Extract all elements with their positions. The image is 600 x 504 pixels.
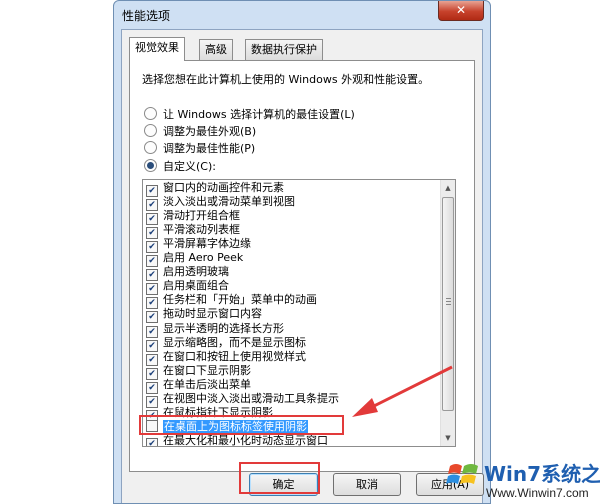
- grip-line: [446, 298, 451, 299]
- effect-label: 启用透明玻璃: [163, 265, 229, 279]
- vertical-scrollbar[interactable]: ▲ ▼: [440, 180, 455, 446]
- watermark-url: Www.Winwin7.com: [486, 486, 589, 500]
- visual-effects-list[interactable]: ▲ ▼ ✔ 窗口内的动画控件和元素 ✔ 淡入淡出或滑动菜单到视图 ✔ 滑动打开组合框 ✔ 平滑…: [142, 179, 456, 447]
- radio-let-windows-choose[interactable]: 让 Windows 选择计算机的最佳设置(L): [144, 107, 355, 123]
- effect-list-item[interactable]: ✔ 平滑滚动列表框: [144, 223, 240, 240]
- window-title: 性能选项: [122, 9, 171, 23]
- effect-list-item[interactable]: ✔ 在窗口下显示阴影: [144, 363, 251, 380]
- cancel-button[interactable]: 取消: [333, 473, 401, 496]
- scroll-up-icon: ▲: [445, 184, 451, 192]
- grip-line: [446, 301, 451, 302]
- effect-label: 任务栏和「开始」菜单中的动画: [163, 293, 317, 307]
- checkmark-icon: ✔: [148, 438, 156, 447]
- tab-data-execution-prevention[interactable]: 数据执行保护: [245, 39, 323, 60]
- effect-list-item[interactable]: ✔ 窗口内的动画控件和元素: [144, 181, 284, 197]
- effect-list-item[interactable]: ✔ 在最大化和最小化时动态显示窗口: [144, 433, 328, 447]
- effect-list-item[interactable]: ✔ 在视图中淡入淡出或滑动工具条提示: [144, 391, 339, 408]
- effect-list-item[interactable]: ✔ 拖动时显示窗口内容: [144, 307, 262, 324]
- windows-logo-icon: [446, 464, 478, 484]
- radio-button[interactable]: [144, 159, 157, 172]
- effect-label: 启用桌面组合: [163, 279, 229, 293]
- effect-list-item[interactable]: ✔ 在单击后淡出菜单: [144, 377, 251, 394]
- watermark-brand: Win7系统之家: [484, 462, 600, 486]
- radio-button[interactable]: [144, 141, 157, 154]
- effect-label: 在窗口和按钮上使用视觉样式: [163, 349, 306, 363]
- radio-best-appearance[interactable]: 调整为最佳外观(B): [144, 124, 256, 140]
- effect-label: 在视图中淡入淡出或滑动工具条提示: [163, 391, 339, 405]
- effect-list-item[interactable]: ✔ 显示半透明的选择长方形: [144, 321, 284, 338]
- scroll-down-icon: ▼: [445, 434, 451, 442]
- effect-list-item[interactable]: ✔ 启用透明玻璃: [144, 265, 229, 282]
- radio-best-performance[interactable]: 调整为最佳性能(P): [144, 141, 255, 157]
- effect-label: 在单击后淡出菜单: [163, 377, 251, 391]
- effect-label: 拖动时显示窗口内容: [163, 307, 262, 321]
- highlight-box-ok: [239, 462, 320, 494]
- effect-label: 启用 Aero Peek: [163, 251, 244, 265]
- scroll-up-button[interactable]: ▲: [441, 180, 455, 196]
- effect-list-item[interactable]: ✔ 启用桌面组合: [144, 279, 229, 296]
- radio-button[interactable]: [144, 124, 157, 137]
- effect-label: 窗口内的动画控件和元素: [163, 181, 284, 194]
- close-button[interactable]: ✕: [438, 1, 484, 21]
- scroll-down-button[interactable]: ▼: [441, 430, 455, 446]
- radio-button[interactable]: [144, 107, 157, 120]
- effect-label: 平滑滚动列表框: [163, 223, 240, 237]
- title-bar[interactable]: 性能选项 ✕: [114, 1, 490, 29]
- effect-checkbox[interactable]: ✔: [146, 437, 158, 447]
- effect-label: 显示缩略图，而不是显示图标: [163, 335, 306, 349]
- effect-list-item[interactable]: ✔ 平滑屏幕字体边缘: [144, 237, 251, 254]
- highlight-box-option: [139, 415, 344, 435]
- tab-visual-effects[interactable]: 视觉效果: [129, 37, 185, 61]
- scrollbar-thumb[interactable]: [442, 197, 454, 411]
- effect-label: 平滑屏幕字体边缘: [163, 237, 251, 251]
- radio-custom[interactable]: 自定义(C):: [144, 159, 216, 175]
- panel-description: 选择您想在此计算机上使用的 Windows 外观和性能设置。: [142, 73, 430, 86]
- effect-list-item[interactable]: ✔ 在窗口和按钮上使用视觉样式: [144, 349, 306, 366]
- effect-list-item[interactable]: ✔ 淡入淡出或滑动菜单到视图: [144, 195, 295, 212]
- effect-list-item[interactable]: ✔ 任务栏和「开始」菜单中的动画: [144, 293, 317, 310]
- effect-label: 显示半透明的选择长方形: [163, 321, 284, 335]
- effect-list-item[interactable]: ✔ 启用 Aero Peek: [144, 251, 244, 268]
- effect-label: 在最大化和最小化时动态显示窗口: [163, 433, 328, 447]
- effect-label: 淡入淡出或滑动菜单到视图: [163, 195, 295, 209]
- effect-list-item[interactable]: ✔ 滑动打开组合框: [144, 209, 240, 226]
- grip-line: [446, 304, 451, 305]
- effect-label: 滑动打开组合框: [163, 209, 240, 223]
- effect-label: 在窗口下显示阴影: [163, 363, 251, 377]
- close-icon: ✕: [455, 3, 467, 17]
- visual-effects-panel: 选择您想在此计算机上使用的 Windows 外观和性能设置。 让 Windows…: [129, 60, 475, 472]
- tab-advanced[interactable]: 高级: [199, 39, 233, 60]
- watermark: Win7系统之家 Www.Winwin7.com: [444, 454, 600, 504]
- effect-list-item[interactable]: ✔ 显示缩略图，而不是显示图标: [144, 335, 306, 352]
